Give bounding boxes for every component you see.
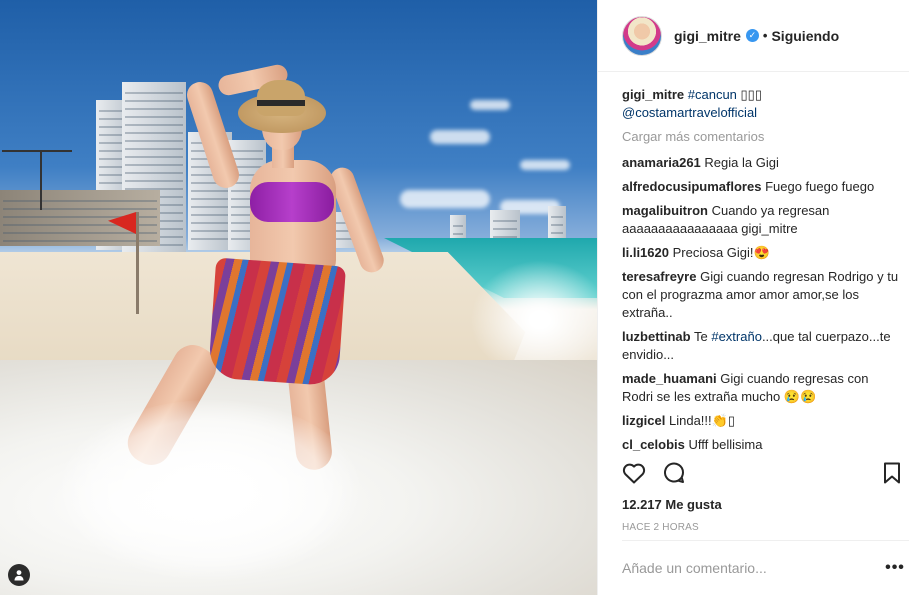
load-more-comments-button[interactable]: Cargar más comentarios (622, 128, 902, 146)
heart-icon[interactable] (622, 461, 646, 485)
comment-username[interactable]: made_huamani (622, 371, 717, 386)
list-item: cl_celobis Ufff bellisima (622, 436, 902, 451)
comment-text: Preciosa Gigi!😍 (672, 245, 770, 260)
header-separator: • (762, 28, 768, 43)
comment-input[interactable] (622, 560, 883, 576)
caption-username[interactable]: gigi_mitre (622, 87, 684, 102)
list-item: luzbettinab Te #extraño...que tal cuerpa… (622, 328, 902, 364)
comment-username[interactable]: luzbettinab (622, 329, 691, 344)
verified-check-icon: ✓ (745, 29, 759, 42)
post: gigi_mitre ✓ • Siguiendo gigi_mitre #can… (0, 0, 914, 595)
comment-username[interactable]: li.li1620 (622, 245, 669, 260)
list-item: lizgicel Linda!!!👏▯ (622, 412, 902, 430)
list-item: teresafreyre Gigi cuando regresan Rodrig… (622, 268, 902, 322)
comment-text-pre: Te (694, 329, 712, 344)
bookmark-icon[interactable] (880, 461, 904, 485)
following-button[interactable]: Siguiendo (771, 28, 839, 44)
more-options-icon[interactable]: ••• (883, 559, 907, 577)
likes-count[interactable]: 12.217 Me gusta (622, 497, 722, 512)
timestamp[interactable]: HACE 2 HORAS (622, 522, 699, 533)
comment-username[interactable]: anamaria261 (622, 155, 701, 170)
caption: gigi_mitre #cancun ▯▯▯ @costamartravelof… (622, 86, 902, 122)
avatar[interactable] (622, 15, 662, 56)
post-sidebar: gigi_mitre ✓ • Siguiendo gigi_mitre #can… (597, 0, 914, 595)
comment-text: Ufff bellisima (688, 437, 763, 451)
user-tag-icon[interactable] (8, 564, 30, 586)
list-item: alfredocusipumaflores Fuego fuego fuego (622, 178, 902, 196)
add-comment-bar: ••• (622, 540, 909, 595)
comments-list[interactable]: gigi_mitre #cancun ▯▯▯ @costamartravelof… (622, 86, 902, 451)
post-photo[interactable] (0, 0, 597, 595)
post-header: gigi_mitre ✓ • Siguiendo (598, 0, 909, 72)
list-item: li.li1620 Preciosa Gigi!😍 (622, 244, 902, 262)
comment-text: Linda!!!👏▯ (668, 413, 735, 428)
caption-emojis: ▯▯▯ (740, 87, 762, 102)
comment-username[interactable]: alfredocusipumaflores (622, 179, 761, 194)
header-username[interactable]: gigi_mitre (674, 28, 741, 44)
caption-hashtag[interactable]: #cancun (688, 87, 737, 102)
list-item: made_huamani Gigi cuando regresas con Ro… (622, 370, 902, 406)
comment-text: Fuego fuego fuego (765, 179, 875, 194)
comment-username[interactable]: teresafreyre (622, 269, 696, 284)
list-item: anamaria261 Regia la Gigi (622, 154, 902, 172)
comment-hashtag[interactable]: #extraño (711, 329, 762, 344)
caption-mention[interactable]: @costamartravelofficial (622, 105, 757, 120)
comment-username[interactable]: cl_celobis (622, 437, 685, 451)
comment-bubble-icon[interactable] (662, 461, 686, 485)
comment-text: Regia la Gigi (704, 155, 779, 170)
action-bar (622, 461, 904, 485)
comment-username[interactable]: magalibuitron (622, 203, 708, 218)
list-item: magalibuitron Cuando ya regresan aaaaaaa… (622, 202, 902, 238)
comment-username[interactable]: lizgicel (622, 413, 665, 428)
